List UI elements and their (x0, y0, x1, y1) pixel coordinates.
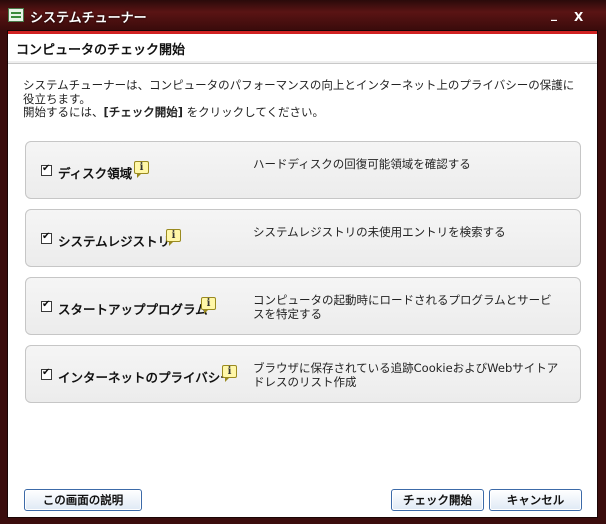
dialog-content: コンピュータのチェック開始 システムチューナーは、コンピュータのパフォーマンスの… (7, 30, 598, 518)
info-icon[interactable]: i (201, 297, 216, 314)
title-bar[interactable]: システムチューナー _ X (0, 0, 606, 30)
app-window: システムチューナー _ X コンピュータのチェック開始 システムチューナーは、コ… (0, 0, 606, 524)
item-description-disk-space: ハードディスクの回復可能領域を確認する (253, 157, 471, 171)
info-icon[interactable]: i (222, 365, 237, 382)
item-description-internet-privacy: ブラウザに保存されている追跡CookieおよびWebサイトアドレスのリスト作成 (253, 361, 559, 389)
cancel-button[interactable]: キャンセル (489, 489, 582, 511)
intro-line-1: システムチューナーは、コンピュータのパフォーマンスの向上とインターネット上のプラ… (23, 78, 575, 106)
checkbox-disk-space[interactable] (41, 163, 52, 176)
intro-line-2-suffix: をクリックしてください。 (183, 105, 324, 119)
close-button[interactable]: X (574, 11, 583, 23)
help-button[interactable]: この画面の説明 (24, 489, 142, 511)
minimize-button[interactable]: _ (551, 8, 557, 20)
item-label-system-registry: システムレジストリ (58, 234, 171, 249)
page-title: コンピュータのチェック開始 (16, 43, 186, 58)
item-label-internet-privacy: インターネットのプライバシー (58, 370, 233, 385)
checkbox-startup-programs[interactable] (41, 299, 52, 312)
intro-line-2-bold: [チェック開始] (103, 105, 184, 119)
checkbox-system-registry[interactable] (41, 231, 52, 244)
item-label-startup-programs: スタートアッププログラム (58, 302, 208, 317)
check-item-startup-programs: スタートアッププログラム i コンピュータの起動時にロードされるプログラムとサー… (25, 277, 581, 335)
check-item-internet-privacy: インターネットのプライバシー i ブラウザに保存されている追跡Cookieおよび… (25, 345, 581, 403)
app-icon (8, 8, 24, 22)
intro-line-2-prefix: 開始するには、 (23, 105, 104, 119)
intro-line-2: 開始するには、[チェック開始] をクリックしてください。 (23, 105, 583, 120)
info-icon[interactable]: i (134, 161, 149, 178)
checkbox-internet-privacy[interactable] (41, 367, 52, 380)
intro-text: システムチューナーは、コンピュータのパフォーマンスの向上とインターネット上のプラ… (23, 78, 583, 120)
header-band: コンピュータのチェック開始 (8, 31, 597, 64)
start-check-button[interactable]: チェック開始 (391, 489, 484, 511)
window-title: システムチューナー (30, 11, 147, 26)
check-item-disk-space: ディスク領域 i ハードディスクの回復可能領域を確認する (25, 141, 581, 199)
item-description-system-registry: システムレジストリの未使用エントリを検索する (253, 225, 506, 239)
check-item-system-registry: システムレジストリ i システムレジストリの未使用エントリを検索する (25, 209, 581, 267)
item-description-startup-programs: コンピュータの起動時にロードされるプログラムとサービスを特定する (253, 293, 552, 321)
item-label-disk-space: ディスク領域 (58, 166, 133, 181)
info-icon[interactable]: i (166, 229, 181, 246)
